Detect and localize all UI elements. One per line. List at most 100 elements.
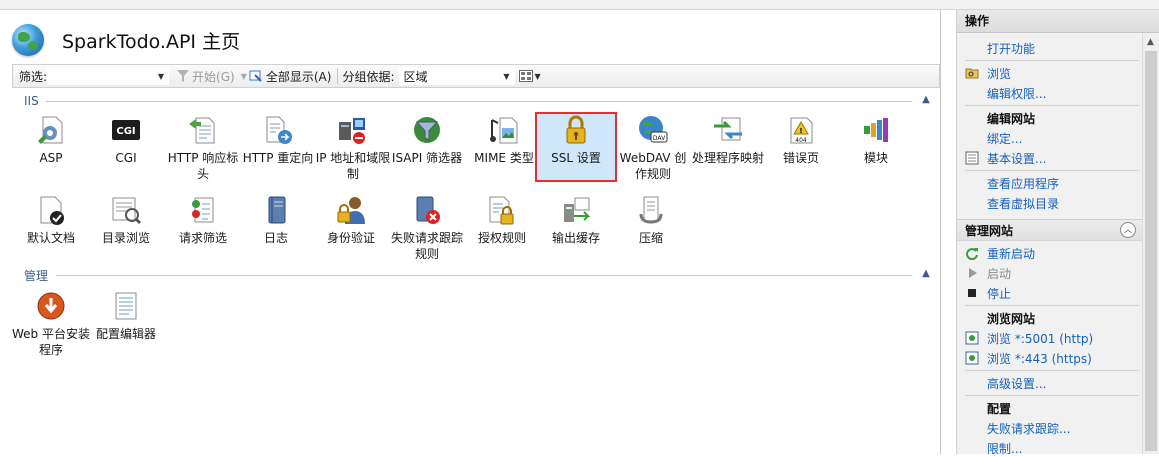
svg-text:404: 404 [795,137,807,144]
section-divider [46,101,912,102]
group-by-label: 分组依据: [342,69,395,84]
action-limits[interactable]: 限制... [987,440,1022,457]
feature-failed-request-tracing-rules[interactable]: 失败请求跟踪规则 [388,194,466,262]
actions-divider [965,170,1139,171]
ip-domain-restrictions-icon [339,118,365,144]
feature-cgi[interactable]: CGI CGI [87,114,165,166]
scroll-up-icon[interactable]: ▲ [1147,37,1154,47]
actions-divider [965,370,1139,371]
action-failed-request-tracing[interactable]: 失败请求跟踪... [987,420,1070,437]
action-view-applications[interactable]: 查看应用程序 [987,175,1059,192]
group-by-select[interactable]: 区域 ▼ [398,67,515,85]
feature-asp[interactable]: ASP [12,114,90,166]
filter-label: 筛选: [19,69,48,84]
collapse-chevron-icon[interactable]: ︿ [1120,222,1136,238]
feature-configuration-editor[interactable]: 配置编辑器 [87,290,165,342]
feature-default-document[interactable]: 默认文档 [12,194,90,246]
default-document-icon [40,196,64,225]
http-response-headers-icon [189,117,215,144]
feature-http-response-headers[interactable]: HTTP 响应标头 [164,114,242,182]
action-edit-permissions[interactable]: 编辑权限... [987,85,1046,102]
action-advanced-settings[interactable]: 高级设置... [987,375,1046,392]
filter-toolbar: 筛选: ▼ 开始(G) ▼ 全部显示(A) 分组依据: 区域 ▼ ▼ [12,64,940,88]
feature-mime-types[interactable]: MIME 类型 [465,114,543,166]
directory-browsing-icon [112,197,142,225]
actions-scrollbar[interactable]: ▲ [1142,33,1159,454]
feature-isapi-filters[interactable]: ISAPI 筛选器 [388,114,466,166]
browse-folder-icon [965,68,979,79]
output-caching-icon [564,197,591,222]
chevron-down-icon[interactable]: ▼ [241,72,247,81]
window-top-strip [0,0,1159,10]
start-icon [969,268,977,278]
feature-modules[interactable]: 模块 [837,114,915,166]
compression-icon [639,196,663,224]
browse-web-icon [965,351,979,365]
config-header: 配置 [987,402,1012,416]
feature-http-redirect[interactable]: HTTP 重定向 [239,114,317,166]
feature-authentication[interactable]: 身份验证 [312,194,390,246]
asp-icon [38,116,63,144]
feature-ssl-settings[interactable]: SSL 设置 [535,112,617,182]
svg-text:DAV: DAV [653,135,666,142]
feature-error-pages[interactable]: ! 404 错误页 [762,114,840,166]
chevron-down-icon: ▼ [157,71,165,81]
action-start: 启动 [987,267,1012,281]
section-divider [56,275,912,276]
authentication-icon [337,197,365,224]
action-stop[interactable]: 停止 [987,285,1011,302]
feature-output-caching[interactable]: 输出缓存 [537,194,615,246]
feature-compression[interactable]: 压缩 [612,194,690,246]
handler-mappings-icon [714,117,742,141]
show-all-button[interactable]: 全部显示(A) [249,68,331,85]
edit-site-header: 编辑网站 [987,112,1036,126]
action-basic-settings[interactable]: 基本设置... [987,150,1046,167]
feature-web-platform-installer[interactable]: Web 平台安装程序 [12,290,90,358]
collapse-iis-icon[interactable]: ▲ [920,94,932,106]
feature-handler-mappings[interactable]: 处理程序映射 [689,114,767,166]
feature-webdav-authoring-rules[interactable]: DAV WebDAV 创作规则 [614,114,692,182]
actions-pane: 操作 ▲ 打开功能 浏览 编辑权限... 编辑网站 绑定... 基本设置... … [956,10,1159,457]
action-view-virtual-directories[interactable]: 查看虚拟目录 [987,195,1059,212]
action-browse[interactable]: 浏览 [987,65,1011,82]
cgi-icon: CGI [112,120,140,140]
page-title: SparkTodo.API 主页 [62,30,241,53]
feature-authorization-rules[interactable]: 授权规则 [463,194,541,246]
page-header: SparkTodo.API 主页 [12,20,240,60]
start-filter-button[interactable]: 开始(G) [177,68,235,85]
browse-web-icon [965,331,979,345]
view-mode-button[interactable]: ▼ [518,70,541,82]
funnel-icon [177,70,190,82]
action-browse-http[interactable]: 浏览 *:5001 (http) [987,330,1093,347]
actions-divider [965,105,1139,106]
filter-input[interactable]: ▼ [47,67,170,85]
restart-icon [966,248,978,260]
manage-site-header[interactable]: 管理网站 ︿ [957,219,1142,241]
chevron-down-icon: ▼ [534,71,541,81]
section-iis[interactable]: IIS [24,94,39,108]
web-platform-installer-icon [37,292,65,320]
collapse-management-icon[interactable]: ▲ [920,268,932,280]
actions-title: 操作 [957,10,1159,33]
section-management[interactable]: 管理 [24,268,48,283]
mime-types-icon [490,117,518,144]
feature-ip-domain-restrictions[interactable]: IP 地址和域限制 [314,114,392,182]
modules-icon [864,118,888,142]
action-bindings[interactable]: 绑定... [987,130,1022,147]
feature-request-filtering[interactable]: 请求筛选 [164,194,242,246]
svg-text:!: ! [799,127,802,135]
action-open-feature[interactable]: 打开功能 [987,40,1035,57]
scrollbar-thumb[interactable] [1145,51,1157,451]
toolbar-divider [337,68,339,84]
feature-directory-browsing[interactable]: 目录浏览 [87,194,165,246]
error-pages-icon: ! 404 [790,117,813,144]
http-redirect-icon [266,116,292,144]
action-browse-https[interactable]: 浏览 *:443 (https) [987,350,1092,367]
chevron-down-icon: ▼ [503,71,510,81]
feature-logging[interactable]: 日志 [237,194,315,246]
action-restart[interactable]: 重新启动 [987,245,1035,262]
browse-site-header: 浏览网站 [987,312,1036,326]
svg-text:CGI: CGI [116,126,135,137]
actions-divider [965,395,1139,396]
view-grid-icon [518,70,533,82]
